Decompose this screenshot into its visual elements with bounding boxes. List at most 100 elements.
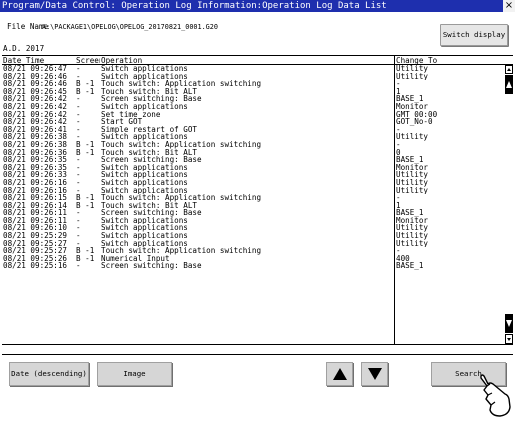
scroll-up-button[interactable] xyxy=(326,362,353,386)
cell-datetime: 08/21 09:25:27 xyxy=(3,239,68,248)
table-row[interactable]: 08/21 09:26:46 B -1 Touch switch: Applicat… xyxy=(2,80,507,88)
cell-datetime: 08/21 09:26:16 xyxy=(3,186,68,195)
cell-change-to: Utility xyxy=(396,72,429,81)
table-row[interactable]: 08/21 09:25:27- Switch applications Utilit… xyxy=(2,240,507,248)
column-header-datetime: Date Time xyxy=(3,56,45,65)
page-down-icon[interactable] xyxy=(505,314,513,333)
table-row[interactable]: 08/21 09:26:42- Switch applications Monito… xyxy=(2,103,507,111)
column-header-screen: Screen No. xyxy=(76,56,100,65)
cell-operation: Set time zone xyxy=(101,110,161,119)
table-row[interactable]: 08/21 09:26:11- Switch applications Monito… xyxy=(2,217,507,225)
table-row[interactable]: 08/21 09:26:15 B -1 Touch switch: Applicat… xyxy=(2,194,507,202)
table-row[interactable]: 08/21 09:26:11- Screen switching: Base BAS… xyxy=(2,209,507,217)
cell-change-to: Monitor xyxy=(396,216,429,225)
table-row[interactable]: 08/21 09:26:38 B -1 Touch switch: Applicat… xyxy=(2,141,507,149)
table-row[interactable]: 08/21 09:26:14 B -1 Touch switch: Bit ALT 1 xyxy=(2,202,507,210)
switch-display-button[interactable]: Switch display xyxy=(440,24,508,46)
table-body[interactable]: 08/21 09:26:47- Switch applications Utilit… xyxy=(2,65,507,345)
cell-operation: Switch applications xyxy=(101,216,188,225)
cell-datetime: 08/21 09:26:42 xyxy=(3,102,68,111)
cell-operation: Screen switching: Base xyxy=(101,262,202,271)
cell-change-to: - xyxy=(396,125,401,134)
cell-datetime: 08/21 09:26:10 xyxy=(3,224,68,233)
cell-screen: B -1 xyxy=(76,254,95,263)
cell-change-to: Utility xyxy=(396,224,429,233)
triangle-up-icon xyxy=(333,368,347,380)
cell-datetime: 08/21 09:26:42 xyxy=(3,95,68,103)
cell-operation: Switch applications xyxy=(101,232,188,240)
table-row[interactable]: 08/21 09:26:33- Switch applications Utilit… xyxy=(2,171,507,179)
table-row[interactable]: 08/21 09:25:26 B -1 Numerical Input 400 xyxy=(2,255,507,263)
table-row[interactable]: 08/21 09:26:36 B -1 Touch switch: Bit ALT 0 xyxy=(2,149,507,157)
table-row[interactable]: 08/21 09:26:38- Switch applications Utilit… xyxy=(2,133,507,141)
cell-change-to: Monitor xyxy=(396,102,429,111)
sort-date-button[interactable]: Date (descending) xyxy=(9,362,89,386)
table-row[interactable]: 08/21 09:25:27 B -1 Touch switch: Applicat… xyxy=(2,247,507,255)
table-row[interactable]: 08/21 09:26:42- Screen switching: Base BAS… xyxy=(2,95,507,103)
status-bar xyxy=(2,344,513,355)
cell-operation: Switch applications xyxy=(101,102,188,111)
cell-operation: Simple restart of GOT xyxy=(101,125,198,134)
table-row[interactable]: 08/21 09:26:47- Switch applications Utilit… xyxy=(2,65,507,73)
cell-screen: - xyxy=(76,65,81,73)
cell-datetime: 08/21 09:26:15 xyxy=(3,194,68,202)
table-row[interactable]: 08/21 09:26:42- Set time zone GMT 00:00 xyxy=(2,111,507,119)
close-icon[interactable]: × xyxy=(503,0,515,12)
cell-datetime: 08/21 09:26:42 xyxy=(3,110,68,119)
table-row[interactable]: 08/21 09:26:42- Start GOT GOT_No-0 xyxy=(2,118,507,126)
table-row[interactable]: 08/21 09:26:41- Simple restart of GOT - xyxy=(2,126,507,134)
table-row[interactable]: 08/21 09:25:29- Switch applications Utilit… xyxy=(2,232,507,240)
window-title: Program/Data Control: Operation Log Info… xyxy=(2,1,387,11)
cell-datetime: 08/21 09:26:16 xyxy=(3,178,68,187)
cell-datetime: 08/21 09:26:14 xyxy=(3,201,68,210)
cell-change-to: BASE_1 xyxy=(396,95,424,103)
cell-change-to: Utility xyxy=(396,178,429,187)
table-header: Date Time Screen No. Operation Change To xyxy=(2,56,513,65)
cell-change-to: GOT_No-0 xyxy=(396,118,433,126)
cell-operation: Switch applications xyxy=(101,72,188,81)
table-row[interactable]: 08/21 09:25:16- Screen switching: Base BAS… xyxy=(2,262,507,270)
cell-operation: Switch applications xyxy=(101,239,188,248)
image-button[interactable]: Image xyxy=(97,362,172,386)
cell-screen: B -1 xyxy=(76,140,95,149)
cell-operation: Screen switching: Base xyxy=(101,95,202,103)
cell-change-to: - xyxy=(396,140,401,149)
cell-screen: - xyxy=(76,209,81,217)
cell-change-to: Utility xyxy=(396,232,429,240)
table-row[interactable]: 08/21 09:26:35- Screen switching: Base BAS… xyxy=(2,156,507,164)
cell-datetime: 08/21 09:25:16 xyxy=(3,262,68,271)
cell-change-to: BASE_1 xyxy=(396,209,424,217)
table-row[interactable]: 08/21 09:26:35- Switch applications Monito… xyxy=(2,164,507,172)
cell-change-to: GMT 00:00 xyxy=(396,110,438,119)
cell-datetime: 08/21 09:26:38 xyxy=(3,140,68,149)
cell-datetime: 08/21 09:25:27 xyxy=(3,247,68,255)
cell-datetime: 08/21 09:26:46 xyxy=(3,72,68,81)
table-row[interactable]: 08/21 09:26:46- Switch applications Utilit… xyxy=(2,73,507,81)
column-header-operation: Operation xyxy=(101,56,143,65)
scroll-down-button[interactable] xyxy=(361,362,388,386)
cell-change-to: Utility xyxy=(396,133,429,141)
table-row[interactable]: 08/21 09:26:10- Switch applications Utilit… xyxy=(2,224,507,232)
table-row[interactable]: 08/21 09:26:16- Switch applications Utilit… xyxy=(2,179,507,187)
cell-datetime: 08/21 09:26:11 xyxy=(3,216,68,225)
cell-change-to: - xyxy=(396,194,401,202)
page-up-icon[interactable] xyxy=(505,75,513,94)
cell-datetime: 08/21 09:26:36 xyxy=(3,148,68,157)
table-scrollbar[interactable] xyxy=(505,65,513,344)
cell-screen: - xyxy=(76,171,81,179)
cell-operation: Touch switch: Application switching xyxy=(101,247,262,255)
cell-screen: - xyxy=(76,186,81,195)
cell-screen: B -1 xyxy=(76,194,95,202)
cell-operation: Touch switch: Bit ALT xyxy=(101,201,198,210)
table-row[interactable]: 08/21 09:26:16- Switch applications Utilit… xyxy=(2,187,507,195)
cell-screen: B -1 xyxy=(76,80,95,88)
cell-operation: Switch applications xyxy=(101,224,188,233)
cell-operation: Switch applications xyxy=(101,178,188,187)
scroll-up-arrow-icon[interactable] xyxy=(505,65,513,74)
cell-screen: - xyxy=(76,110,81,119)
table-row[interactable]: 08/21 09:26:45 B -1 Touch switch: Bit ALT 1 xyxy=(2,88,507,96)
cell-screen: B -1 xyxy=(76,201,95,210)
cell-change-to: - xyxy=(396,247,401,255)
cell-datetime: 08/21 09:25:29 xyxy=(3,232,68,240)
scroll-down-arrow-icon[interactable] xyxy=(505,334,513,344)
